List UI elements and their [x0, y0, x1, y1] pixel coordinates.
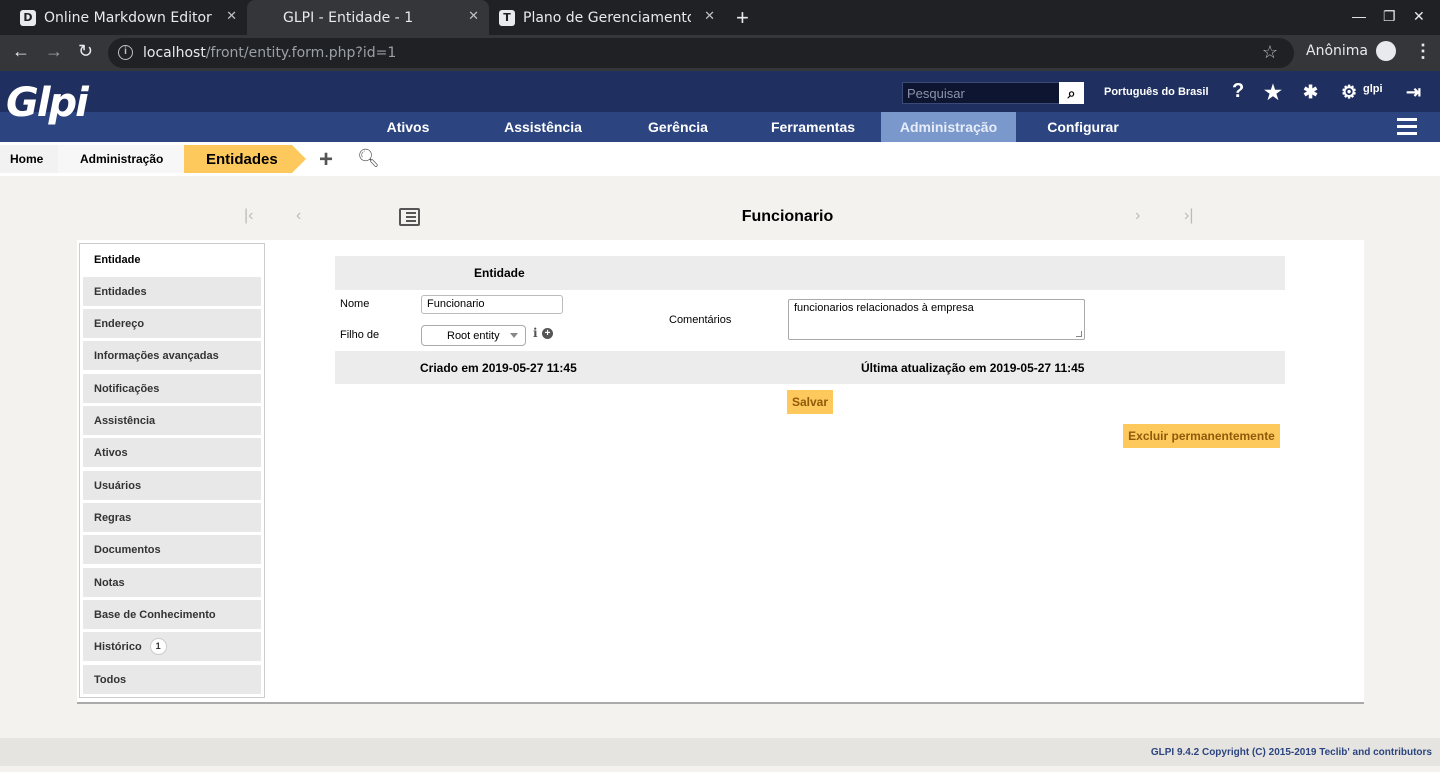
sidebar-item-documentos[interactable]: Documentos — [83, 535, 261, 564]
created-date: Criado em 2019-05-27 11:45 — [420, 361, 577, 375]
first-item-icon[interactable]: |‹ — [244, 207, 253, 225]
browser-toolbar: ← → ↻ i localhost/front/entity.form.php?… — [0, 35, 1440, 71]
forward-icon[interactable]: → — [45, 41, 63, 62]
comments-field[interactable]: funcionarios relacionados à empresa — [788, 299, 1085, 340]
parent-label: Filho de — [340, 329, 380, 341]
logout-icon[interactable]: ⇥ — [1406, 82, 1421, 103]
browser-tab-active[interactable]: GLPI - Entidade - 1 ✕ — [247, 0, 489, 35]
favicon-icon: D — [20, 9, 36, 26]
menu-assistencia[interactable]: Assistência — [494, 112, 592, 142]
next-item-icon[interactable]: › — [1135, 207, 1140, 225]
browser-tab-strip: D Online Markdown Editor ✕ GLPI - Entida… — [0, 0, 1440, 35]
resize-handle-icon[interactable] — [1076, 331, 1082, 337]
browser-tab-title: Plano de Gerenciamento d — [523, 9, 691, 26]
browser-tab-title: Online Markdown Editor — [44, 9, 212, 26]
sidebar-item-entidades[interactable]: Entidades — [83, 277, 261, 306]
reload-icon[interactable]: ↻ — [78, 41, 93, 62]
profile-label[interactable]: Anônima — [1306, 43, 1368, 59]
page-title: Funcionario — [741, 208, 834, 225]
new-tab-icon[interactable]: + — [736, 5, 749, 31]
bookmark-icon[interactable]: ★ — [1264, 80, 1282, 105]
back-icon[interactable]: ← — [12, 41, 30, 62]
language-selector[interactable]: Português do Brasil — [1104, 86, 1209, 98]
restore-icon[interactable]: ❐ — [1383, 8, 1396, 25]
bookmark-star-icon[interactable]: ☆ — [1262, 42, 1278, 63]
menu-ativos[interactable]: Ativos — [367, 112, 449, 142]
sidebar-item-todos[interactable]: Todos — [83, 665, 261, 694]
add-icon[interactable]: + — [319, 146, 333, 174]
sidebar-item-regras[interactable]: Regras — [83, 503, 261, 532]
sidebar-item-usuarios[interactable]: Usuários — [83, 471, 261, 500]
preferences-gear-icon[interactable]: ⚙ — [1341, 82, 1357, 103]
parent-entity-select[interactable]: Root entity — [421, 325, 526, 346]
delete-permanently-button[interactable]: Excluir permanentemente — [1123, 424, 1280, 448]
url-text: localhost/front/entity.form.php?id=1 — [143, 45, 397, 61]
search-input[interactable]: Pesquisar — [902, 82, 1060, 104]
menu-ferramentas[interactable]: Ferramentas — [758, 112, 868, 142]
sidebar-item-historico[interactable]: Histórico 1 — [83, 632, 261, 661]
menu-administracao[interactable]: Administração — [881, 112, 1016, 142]
main-menu-bar — [0, 112, 1440, 142]
breadcrumb-separator — [292, 145, 306, 173]
sidebar-item-assistencia[interactable]: Assistência — [83, 406, 261, 435]
glpi-logo[interactable]: Glpi — [6, 80, 89, 126]
sidebar-item-endereco[interactable]: Endereço — [83, 309, 261, 338]
help-icon[interactable]: ? — [1232, 80, 1244, 103]
count-badge: 1 — [149, 638, 167, 655]
hamburger-menu-icon[interactable] — [1397, 118, 1417, 136]
incognito-icon[interactable] — [1376, 41, 1396, 61]
previous-item-icon[interactable]: ‹ — [296, 207, 301, 225]
browser-tab[interactable]: T Plano de Gerenciamento d ✕ — [489, 0, 725, 35]
updated-date: Última atualização em 2019-05-27 11:45 — [861, 361, 1085, 375]
glpi-header — [0, 71, 1440, 112]
sidebar-item-ativos[interactable]: Ativos — [83, 438, 261, 467]
site-info-icon[interactable]: i — [118, 45, 133, 60]
breadcrumb-home[interactable]: Home — [0, 145, 58, 173]
info-icon[interactable]: i — [533, 326, 538, 340]
sidebar-item-informacoes-avancadas[interactable]: Informações avançadas — [83, 341, 261, 370]
name-label: Nome — [340, 298, 370, 310]
add-circle-icon[interactable]: + — [542, 328, 553, 339]
sidebar-item-notificacoes[interactable]: Notificações — [83, 374, 261, 403]
bug-icon[interactable]: ✱ — [1303, 82, 1318, 103]
close-window-icon[interactable]: ✕ — [1413, 8, 1425, 25]
name-field[interactable]: Funcionario — [421, 295, 563, 314]
sidebar-item-base-conhecimento[interactable]: Base de Conhecimento — [83, 600, 261, 629]
close-tab-icon[interactable]: ✕ — [468, 9, 479, 24]
last-item-icon[interactable]: ›| — [1184, 207, 1193, 225]
comments-label: Comentários — [669, 314, 732, 326]
chevron-down-icon — [510, 333, 518, 338]
search-button[interactable]: ⌕ — [1059, 82, 1084, 104]
sidebar-item-notas[interactable]: Notas — [83, 568, 261, 597]
close-tab-icon[interactable]: ✕ — [226, 9, 237, 24]
browser-tab[interactable]: D Online Markdown Editor ✕ — [0, 0, 247, 35]
menu-gerencia[interactable]: Gerência — [637, 112, 719, 142]
form-header-title: Entidade — [474, 266, 525, 280]
save-button[interactable]: Salvar — [787, 390, 833, 414]
user-name[interactable]: glpi — [1363, 83, 1383, 95]
sidebar-item-entidade[interactable]: Entidade — [83, 245, 261, 274]
browser-menu-icon[interactable]: ⋮ — [1414, 41, 1432, 62]
address-bar[interactable]: i localhost/front/entity.form.php?id=1 ☆ — [108, 38, 1294, 68]
favicon-icon: T — [499, 9, 515, 26]
browser-tab-title: GLPI - Entidade - 1 — [283, 9, 414, 26]
search-icon[interactable]: 🔍︎ — [357, 148, 380, 169]
menu-configurar[interactable]: Configurar — [1034, 112, 1132, 142]
main-panel — [77, 240, 1364, 704]
footer-copyright[interactable]: GLPI 9.4.2 Copyright (C) 2015-2019 Tecli… — [1151, 747, 1432, 758]
close-tab-icon[interactable]: ✕ — [704, 9, 715, 24]
list-view-icon[interactable] — [399, 208, 420, 226]
minimize-icon[interactable]: — — [1352, 8, 1366, 24]
breadcrumb-entidades[interactable]: Entidades — [184, 145, 292, 173]
breadcrumb-administracao[interactable]: Administração — [58, 145, 184, 173]
